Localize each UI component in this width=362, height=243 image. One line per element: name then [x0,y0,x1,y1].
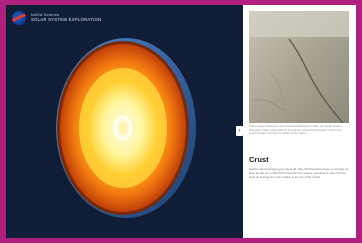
earth-cutaway-model[interactable] [48,33,198,223]
site-header: NASA Science SOLAR SYSTEM EXPLORATION [12,11,101,25]
site-title[interactable]: SOLAR SYSTEM EXPLORATION [31,17,101,23]
inner-core-center [119,122,127,134]
nasa-logo-icon[interactable] [12,11,26,25]
section-body: Earth's outermost layer goes about 30 mi… [249,167,349,180]
header-text: NASA Science SOLAR SYSTEM EXPLORATION [31,13,101,22]
panel-collapse-button[interactable]: ‹ [236,126,243,136]
section-title: Crust [249,155,269,164]
crust-photo [249,11,349,123]
image-caption: When oceanic lithosphere and continental… [249,125,343,135]
info-panel: When oceanic lithosphere and continental… [243,5,356,238]
app-window: NASA Science SOLAR SYSTEM EXPLORATION ‹ … [6,5,356,238]
earth-cutaway-graphic [56,38,196,218]
aerial-fault-image [249,11,349,123]
